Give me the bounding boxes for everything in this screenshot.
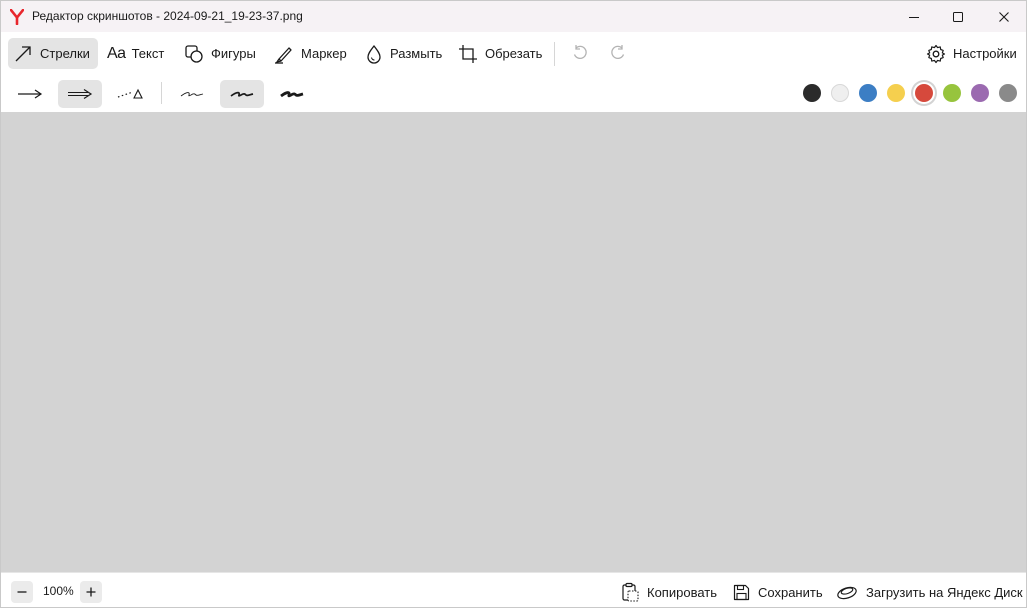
window-title: Редактор скриншотов - 2024-09-21_19-23-3… bbox=[32, 9, 303, 23]
tool-text-label: Текст bbox=[131, 46, 165, 61]
upload-label: Загрузить на Яндекс Диск bbox=[866, 584, 1023, 600]
screenshot-editor-window: Редактор скриншотов - 2024-09-21_19-23-3… bbox=[0, 0, 1027, 608]
undo-icon bbox=[573, 45, 587, 60]
color-swatch-blue[interactable] bbox=[859, 84, 877, 102]
redo-button[interactable] bbox=[605, 40, 631, 66]
arrow-dotted-icon bbox=[117, 88, 143, 99]
shapes-icon bbox=[185, 44, 203, 63]
tool-blur-label: Размыть bbox=[390, 46, 443, 61]
tool-blur-button[interactable]: Размыть bbox=[359, 38, 450, 69]
marker-icon bbox=[275, 46, 292, 64]
maximize-button[interactable] bbox=[935, 1, 981, 32]
color-swatch-purple[interactable] bbox=[971, 84, 989, 102]
arrow-open-icon bbox=[18, 89, 43, 99]
color-swatch-gray[interactable] bbox=[999, 84, 1017, 102]
tool-shapes-label: Фигуры bbox=[211, 46, 256, 61]
tool-marker-label: Маркер bbox=[301, 46, 347, 61]
yandex-logo-icon bbox=[10, 9, 24, 25]
line-width-thick[interactable] bbox=[270, 80, 314, 108]
drop-icon bbox=[367, 44, 381, 64]
minus-icon bbox=[17, 591, 27, 593]
line-thin-icon bbox=[180, 92, 204, 97]
yandex-disk-icon bbox=[837, 586, 857, 600]
tool-options-bar bbox=[1, 74, 1026, 112]
upload-yandex-disk-button[interactable]: Загрузить на Яндекс Диск bbox=[836, 580, 1023, 604]
copy-label: Копировать bbox=[647, 584, 717, 600]
line-width-medium[interactable] bbox=[220, 80, 264, 108]
minimize-button[interactable] bbox=[891, 1, 937, 32]
tool-crop-button[interactable]: Обрезать bbox=[452, 38, 550, 69]
tool-marker-button[interactable]: Маркер bbox=[268, 38, 355, 69]
line-width-thin[interactable] bbox=[170, 80, 214, 108]
arrow-icon bbox=[15, 46, 31, 62]
clipboard-icon bbox=[622, 582, 639, 602]
options-divider bbox=[161, 82, 162, 104]
save-label: Сохранить bbox=[758, 584, 823, 600]
tool-shapes-button[interactable]: Фигуры bbox=[178, 38, 264, 69]
line-thick-icon bbox=[280, 91, 304, 98]
settings-button[interactable]: Настройки bbox=[920, 38, 1025, 69]
crop-icon bbox=[459, 44, 477, 63]
arrow-double-line-icon bbox=[68, 88, 93, 100]
zoom-level: 100% bbox=[43, 584, 74, 598]
minimize-icon bbox=[909, 16, 919, 18]
arrow-style-dotted[interactable] bbox=[108, 80, 152, 108]
settings-label: Настройки bbox=[953, 46, 1017, 61]
image-canvas[interactable] bbox=[1, 112, 1026, 572]
color-swatch-green[interactable] bbox=[943, 84, 961, 102]
tool-text-button[interactable]: Aa Текст bbox=[101, 38, 172, 69]
redo-icon bbox=[611, 45, 625, 60]
save-button[interactable]: Сохранить bbox=[733, 580, 823, 604]
undo-button[interactable] bbox=[567, 40, 593, 66]
color-swatch-black[interactable] bbox=[803, 84, 821, 102]
copy-button[interactable]: Копировать bbox=[621, 580, 717, 604]
gear-icon bbox=[926, 44, 946, 63]
title-bar[interactable]: Редактор скриншотов - 2024-09-21_19-23-3… bbox=[1, 1, 1026, 32]
tool-crop-label: Обрезать bbox=[485, 46, 543, 61]
main-toolbar: Стрелки Aa Текст Фигуры Маркер Размыть О… bbox=[1, 32, 1026, 74]
close-icon bbox=[999, 11, 1009, 22]
zoom-out-button[interactable] bbox=[11, 581, 33, 603]
plus-icon bbox=[86, 587, 96, 597]
status-bar: 100% Копировать Сохранить Загрузить на Я… bbox=[1, 572, 1026, 607]
arrow-style-open[interactable] bbox=[8, 80, 52, 108]
color-swatch-yellow[interactable] bbox=[887, 84, 905, 102]
toolbar-divider bbox=[554, 42, 555, 66]
color-swatch-red[interactable] bbox=[915, 84, 933, 102]
line-medium-icon bbox=[230, 91, 254, 97]
tool-arrows-button[interactable]: Стрелки bbox=[8, 38, 98, 69]
save-icon bbox=[733, 584, 750, 600]
color-swatch-white[interactable] bbox=[831, 84, 849, 102]
zoom-in-button[interactable] bbox=[80, 581, 102, 603]
arrow-style-double-line[interactable] bbox=[58, 80, 102, 108]
maximize-icon bbox=[953, 11, 963, 22]
close-button[interactable] bbox=[981, 1, 1026, 32]
tool-arrows-label: Стрелки bbox=[40, 46, 90, 61]
text-aa-icon: Aa bbox=[107, 44, 126, 62]
